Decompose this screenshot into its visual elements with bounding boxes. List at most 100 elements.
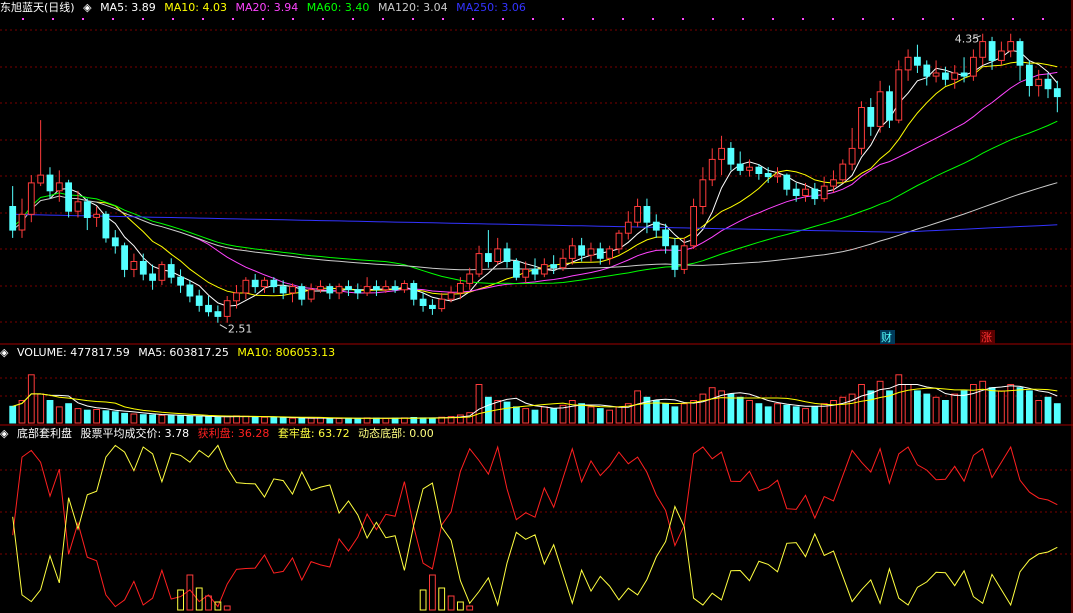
- candle-body: [820, 185, 828, 200]
- volume-bar: [317, 417, 324, 424]
- volume-bar: [634, 390, 642, 424]
- volume-bar: [261, 416, 268, 424]
- candle-body: [419, 298, 427, 307]
- ma250-line: [12, 213, 1058, 233]
- top-marker-dot: [742, 18, 744, 20]
- candle-body: [960, 72, 968, 77]
- top-marker-dot: [592, 18, 594, 20]
- volume-bar: [802, 408, 809, 424]
- volume-bar: [373, 417, 380, 424]
- candle-body: [699, 179, 707, 208]
- volume-bars: [9, 374, 1061, 424]
- collapse-icon[interactable]: ◈: [0, 346, 8, 359]
- bottom-bar: [429, 574, 436, 611]
- event-marker: 涨: [981, 331, 992, 344]
- volume-bar: [690, 400, 698, 424]
- top-marker-dot: [982, 18, 984, 20]
- candle-body: [932, 72, 940, 77]
- top-marker-dot: [622, 18, 624, 20]
- volume-bar: [550, 408, 558, 424]
- volume-bar: [74, 408, 82, 424]
- volume-bar: [177, 415, 184, 424]
- volume-bar: [830, 400, 837, 424]
- low-price-label: 2.51: [228, 323, 253, 336]
- candle-body: [55, 182, 63, 192]
- candle-body: [83, 201, 91, 219]
- volume-bar: [839, 396, 847, 424]
- candle-body: [177, 276, 184, 286]
- low-price-arrow: [219, 324, 228, 330]
- volume-bar: [662, 403, 670, 424]
- candle-body: [615, 232, 623, 250]
- volume-bar: [923, 393, 931, 424]
- top-marker-dot: [1012, 18, 1014, 20]
- candle-body: [1026, 64, 1033, 86]
- collapse-icon[interactable]: ◈: [83, 1, 91, 14]
- candle-body: [531, 268, 539, 275]
- volume-bar: [513, 406, 520, 424]
- ma60-label: MA60: 3.40: [306, 1, 370, 14]
- volume-bar: [46, 400, 54, 424]
- volume-bar: [214, 416, 222, 424]
- candle-body: [680, 245, 688, 270]
- top-marker-dot: [652, 18, 654, 20]
- candle-body: [466, 273, 474, 284]
- volume-bar: [223, 416, 231, 424]
- volume-bar: [746, 400, 753, 424]
- volume-bar: [615, 406, 623, 424]
- volume-bar: [139, 414, 147, 424]
- candle-body: [485, 253, 492, 263]
- candle-body: [550, 264, 558, 269]
- candle-body: [979, 41, 987, 58]
- candle-body: [307, 289, 315, 300]
- candle-body: [410, 283, 418, 300]
- volume-bar: [298, 418, 306, 424]
- candle-body: [139, 261, 147, 275]
- top-marker-dot: [202, 18, 204, 20]
- volume-panel-header: ◈ VOLUME: 477817.59 MA5: 603817.25 MA10:…: [0, 345, 340, 361]
- candle-body: [802, 188, 809, 196]
- trapped-line: [12, 444, 1058, 607]
- volume-bar: [578, 403, 586, 424]
- top-marker-dot: [52, 18, 54, 20]
- candle-body: [475, 253, 483, 275]
- candle-body: [363, 286, 371, 294]
- volume-bar: [774, 403, 781, 424]
- candle-body: [839, 163, 847, 181]
- volume-bar: [811, 406, 819, 424]
- candle-body: [74, 201, 82, 212]
- ma120-label: MA120: 3.04: [377, 1, 448, 14]
- candle-body: [643, 206, 651, 223]
- candle-body: [494, 248, 502, 262]
- top-marker-dot: [892, 18, 894, 20]
- candle-body: [37, 174, 45, 184]
- candle-body: [671, 245, 679, 270]
- volume-bar: [848, 393, 856, 424]
- candle-body: [690, 206, 698, 247]
- collapse-icon[interactable]: ◈: [0, 427, 8, 440]
- volume-bar: [932, 396, 940, 424]
- top-marker-dot: [472, 18, 474, 20]
- volume-bar: [55, 406, 63, 424]
- volume-bar: [279, 417, 287, 424]
- candle-body: [27, 182, 35, 215]
- high-price-label: 4.35: [955, 33, 980, 46]
- indicator-title: 底部套利盘: [16, 427, 72, 440]
- candle-body: [895, 69, 903, 121]
- candle-body: [18, 213, 26, 231]
- ma250-label: MA250: 3.06: [456, 1, 526, 14]
- volume-bar: [9, 405, 17, 424]
- volume-bar: [979, 380, 987, 424]
- bottom-bar: [223, 605, 231, 611]
- volume-bar: [167, 415, 175, 424]
- volume-bar: [242, 415, 250, 424]
- volume-title: VOLUME: 477817.59: [16, 346, 130, 359]
- candle-body: [904, 56, 912, 71]
- candle-body: [513, 261, 520, 278]
- stock-chart[interactable]: 4.35 2.51 财 涨: [0, 0, 1073, 613]
- candle-body: [503, 248, 511, 262]
- candle-body: [382, 286, 390, 291]
- candle-body: [149, 273, 156, 281]
- volume-bar: [429, 417, 436, 424]
- candle-body: [242, 279, 250, 294]
